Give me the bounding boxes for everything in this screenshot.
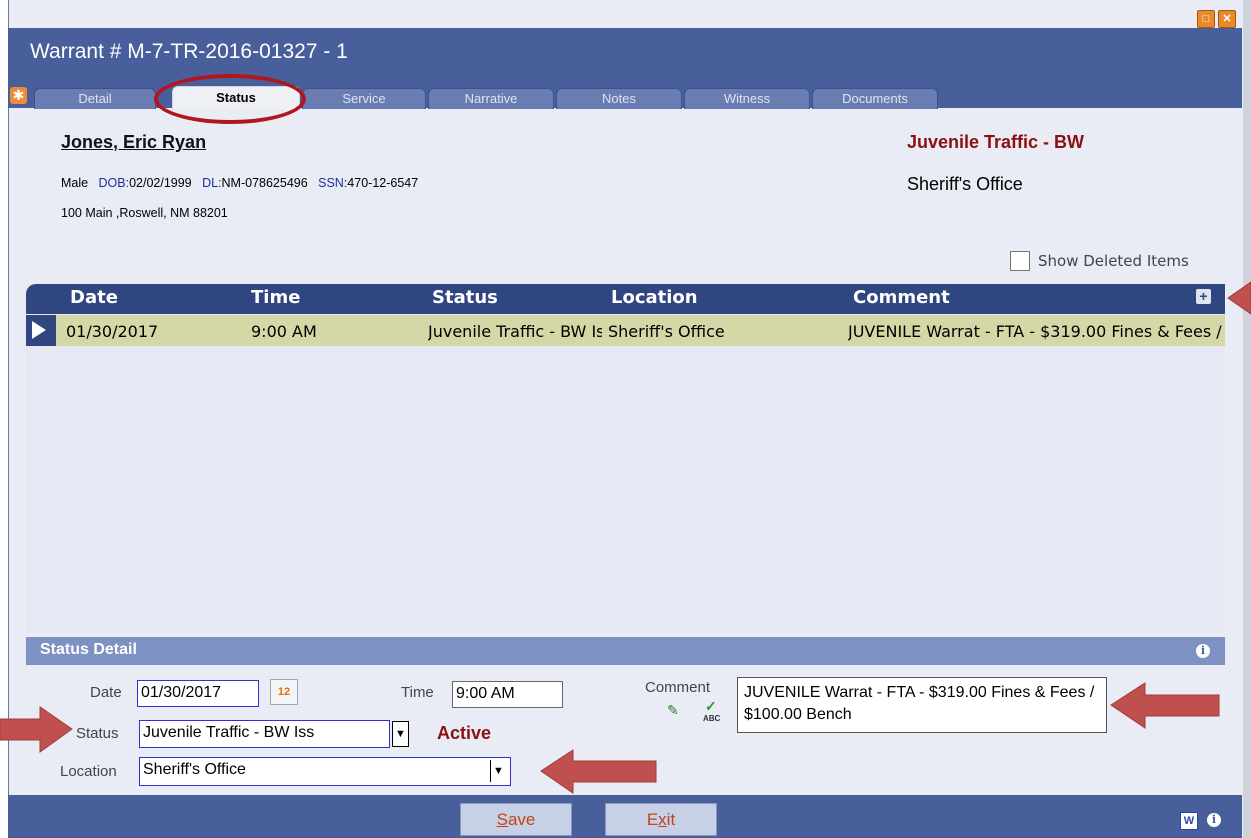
arrow-location [540, 749, 657, 794]
arrow-status [0, 706, 73, 753]
annotation-arrows [0, 281, 1251, 794]
arrow-grid-add [1227, 281, 1251, 315]
arrow-comment [1110, 682, 1220, 729]
